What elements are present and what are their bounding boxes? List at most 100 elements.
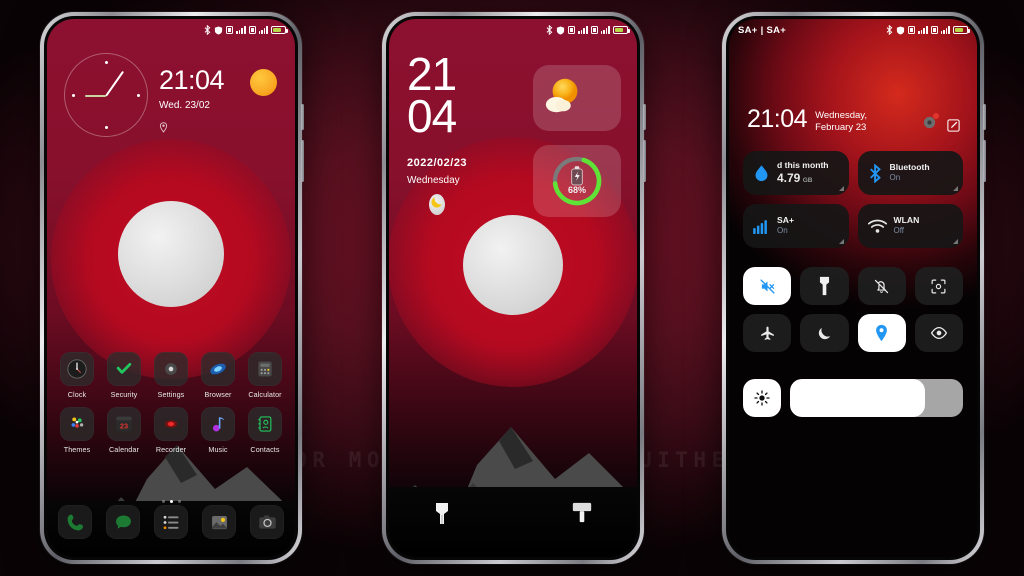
app-label: Security bbox=[110, 390, 138, 399]
svg-text:23: 23 bbox=[120, 422, 128, 431]
bluetooth-icon bbox=[204, 25, 211, 35]
dark-mode-moon-icon bbox=[818, 327, 831, 339]
toggle-airplane[interactable] bbox=[743, 314, 792, 352]
battery-charging-icon bbox=[571, 166, 583, 186]
notes-list-icon[interactable] bbox=[154, 505, 188, 539]
app-themes[interactable]: Themes bbox=[55, 407, 99, 454]
app-label: Browser bbox=[204, 390, 232, 399]
app-settings[interactable]: Settings bbox=[149, 352, 193, 399]
sun-cloud-icon bbox=[545, 78, 578, 113]
app-label: Recorder bbox=[155, 445, 187, 454]
weather-widget[interactable] bbox=[533, 65, 621, 131]
app-label: Contacts bbox=[250, 445, 280, 454]
carrier-label: SA+ | SA+ bbox=[738, 24, 787, 36]
brightness-sun-icon bbox=[754, 390, 770, 406]
analog-clock-widget[interactable] bbox=[64, 53, 148, 137]
lock-weekday: Wednesday bbox=[407, 175, 460, 186]
calculator-icon bbox=[248, 352, 282, 386]
clock-hour: 21 bbox=[407, 48, 457, 100]
toggle-location[interactable] bbox=[857, 314, 906, 352]
tile-title: Bluetooth bbox=[889, 162, 930, 173]
app-browser[interactable]: Browser bbox=[196, 352, 240, 399]
app-contacts[interactable]: Contacts bbox=[243, 407, 287, 454]
expand-corner-icon[interactable] bbox=[838, 186, 844, 191]
shield-icon bbox=[215, 25, 223, 35]
messages-icon[interactable] bbox=[106, 505, 140, 539]
app-music[interactable]: Music bbox=[196, 407, 240, 454]
phone-control-center: SA+ | SA+ 21:04 Wednesday, February 23 d… bbox=[722, 12, 986, 564]
digital-clock-widget[interactable]: 21:04 Wed. 23/02 bbox=[159, 65, 225, 138]
recorder-icon bbox=[154, 407, 188, 441]
battery-percent: 68% bbox=[567, 185, 586, 195]
camera-icon[interactable] bbox=[250, 505, 284, 539]
calendar-icon: 23 bbox=[107, 407, 141, 441]
brightness-slider[interactable] bbox=[790, 379, 963, 417]
lock-date-widget: 2022/02/23 Wednesday bbox=[407, 157, 468, 215]
app-calculator[interactable]: Calculator bbox=[243, 352, 287, 399]
settings-gear-icon bbox=[154, 352, 188, 386]
camera-icon[interactable] bbox=[571, 501, 593, 525]
lock-date: 2022/02/23 bbox=[407, 157, 468, 169]
brightness-button[interactable] bbox=[743, 379, 781, 417]
tile-mobile-network[interactable]: SA+ On bbox=[743, 204, 849, 248]
toggle-vibrate-off[interactable] bbox=[857, 267, 906, 305]
clock-time: 21:04 bbox=[159, 65, 225, 95]
tile-status: On bbox=[777, 226, 788, 236]
toggle-flashlight[interactable] bbox=[800, 267, 849, 305]
tile-data-usage[interactable]: d this month 4.79 GB bbox=[743, 151, 849, 195]
sim1-icon bbox=[226, 26, 234, 34]
clock-minute: 04 bbox=[407, 90, 457, 143]
phone-home-screen: 21:04 Wed. 23/02 Clock Security Settings… bbox=[40, 12, 304, 564]
sim2-icon bbox=[930, 26, 938, 34]
expand-corner-icon[interactable] bbox=[953, 186, 958, 191]
toggle-sound-off[interactable] bbox=[743, 267, 792, 305]
phone-lock-screen: 21 04 2022/02/23 Wednesday 68% bbox=[382, 12, 646, 564]
signal1-icon bbox=[918, 26, 928, 34]
lock-clock-widget: 21 04 bbox=[407, 48, 457, 143]
app-grid: Clock Security Settings Browser Calculat… bbox=[47, 352, 295, 462]
location-pin-icon bbox=[159, 120, 224, 138]
battery-widget[interactable]: 68% bbox=[533, 145, 621, 217]
tile-value: 4.79 bbox=[777, 170, 801, 185]
themes-dots-icon bbox=[60, 407, 94, 441]
music-note-icon bbox=[201, 407, 235, 441]
app-security[interactable]: Security bbox=[102, 352, 146, 399]
app-clock[interactable]: Clock bbox=[55, 352, 99, 399]
toggle-reading-mode[interactable] bbox=[914, 314, 963, 352]
data-drop-icon bbox=[755, 164, 768, 181]
signal2-icon bbox=[258, 26, 268, 34]
gallery-icon[interactable] bbox=[202, 505, 236, 539]
toggle-dark-mode[interactable] bbox=[800, 314, 849, 352]
settings-badge-icon[interactable] bbox=[922, 113, 939, 135]
tile-bluetooth[interactable]: Bluetooth On bbox=[857, 151, 963, 195]
toggle-screenshot[interactable] bbox=[914, 267, 963, 305]
reading-eye-icon bbox=[930, 326, 947, 340]
expand-corner-icon[interactable] bbox=[838, 239, 844, 244]
wifi-icon bbox=[867, 219, 887, 233]
tile-wlan[interactable]: WLAN Off bbox=[857, 204, 963, 248]
expand-corner-icon[interactable] bbox=[953, 239, 958, 244]
shield-check-icon bbox=[107, 352, 141, 386]
cc-date-text: Wednesday, February 23 bbox=[815, 110, 867, 134]
tile-title: SA+ bbox=[777, 215, 794, 226]
status-bar: SA+ | SA+ bbox=[729, 19, 977, 41]
dock bbox=[47, 505, 295, 539]
tile-title: d this month bbox=[777, 160, 829, 171]
sim1-icon bbox=[908, 26, 916, 34]
app-recorder[interactable]: Recorder bbox=[149, 407, 193, 454]
battery-icon bbox=[613, 26, 630, 34]
phone-icon[interactable] bbox=[58, 505, 92, 539]
app-label: Clock bbox=[67, 390, 87, 399]
edit-icon[interactable] bbox=[946, 118, 961, 133]
sun-icon bbox=[250, 69, 277, 96]
bluetooth-icon bbox=[869, 163, 881, 183]
app-calendar[interactable]: 23 Calendar bbox=[102, 407, 146, 454]
status-bar bbox=[389, 19, 637, 41]
signal1-icon bbox=[236, 26, 246, 34]
tile-unit: GB bbox=[802, 176, 813, 184]
page-indicator[interactable] bbox=[47, 500, 295, 503]
app-label: Calculator bbox=[248, 390, 282, 399]
flashlight-icon[interactable] bbox=[433, 501, 451, 527]
cc-time-text: 21:04 bbox=[747, 105, 808, 133]
app-row-1: Clock Security Settings Browser Calculat… bbox=[55, 352, 287, 399]
